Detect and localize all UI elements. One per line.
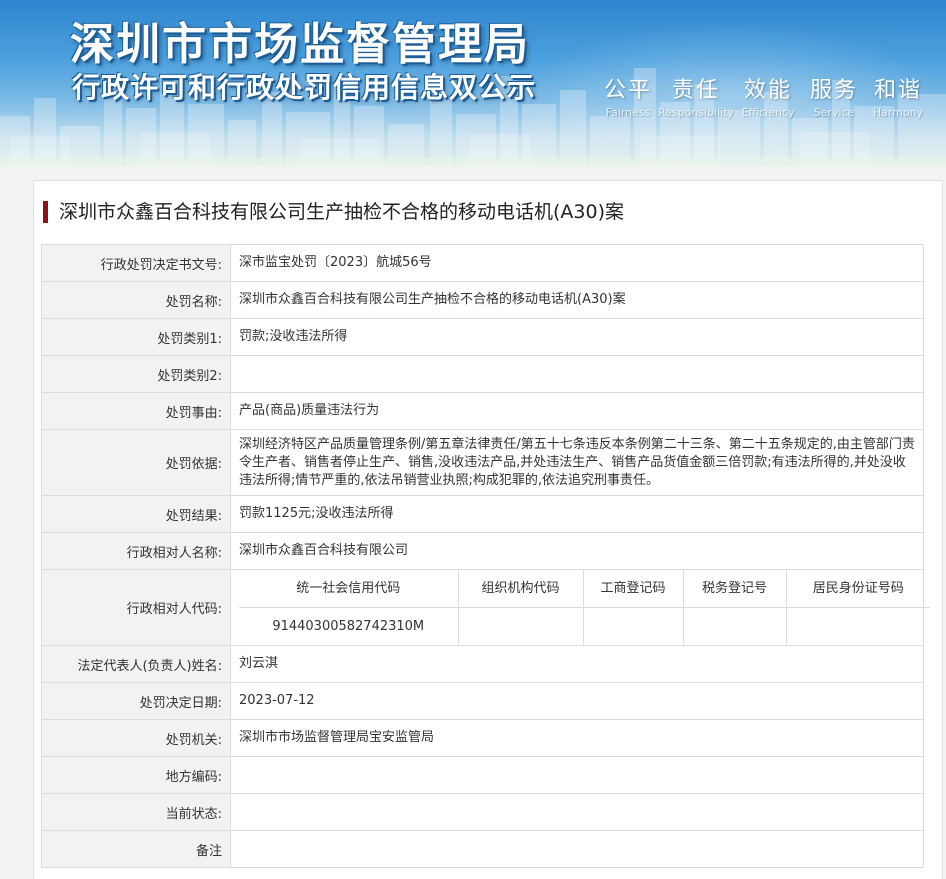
area-code-value <box>230 756 924 794</box>
agency-title: 深圳市市场监督管理局 <box>70 19 530 70</box>
case-title: 深圳市众鑫百合科技有限公司生产抽检不合格的移动电话机(A30)案 <box>43 199 624 225</box>
party-code-subtable: 统一社会信用代码 组织机构代码 工商登记码 税务登记号 居民身份证号码 9144… <box>239 570 930 645</box>
table-row: 备注 <box>41 830 924 868</box>
field-label: 行政相对人代码: <box>41 569 231 646</box>
table-row: 处罚类别1: 罚款;没收违法所得 <box>41 318 924 356</box>
field-label: 处罚类别1: <box>41 318 231 356</box>
column-header: 统一社会信用代码 <box>239 570 459 608</box>
penalty-name-value: 深圳市众鑫百合科技有限公司生产抽检不合格的移动电话机(A30)案 <box>230 281 924 319</box>
table-row: 处罚依据: 深圳经济特区产品质量管理条例/第五章法律责任/第五十七条违反本条例第… <box>41 429 924 496</box>
table-row: 处罚事由: 产品(商品)质量违法行为 <box>41 392 924 430</box>
header-banner: 深圳市市场监督管理局 行政许可和行政处罚信用信息双公示 公平 Fairness … <box>0 0 946 166</box>
field-label: 当前状态: <box>41 793 231 831</box>
remark-value <box>230 830 924 868</box>
table-row: 行政处罚决定书文号: 深市监宝处罚〔2023〕航城56号 <box>41 244 924 282</box>
basis-value: 深圳经济特区产品质量管理条例/第五章法律责任/第五十七条违反本条例第二十三条、第… <box>230 429 924 496</box>
table-row: 处罚机关: 深圳市市场监督管理局宝安监管局 <box>41 719 924 757</box>
field-label: 处罚类别2: <box>41 355 231 393</box>
decision-date-value: 2023-07-12 <box>230 682 924 720</box>
table-row: 处罚名称: 深圳市众鑫百合科技有限公司生产抽检不合格的移动电话机(A30)案 <box>41 281 924 319</box>
reason-value: 产品(商品)质量违法行为 <box>230 392 924 430</box>
table-row: 行政相对人名称: 深圳市众鑫百合科技有限公司 <box>41 532 924 570</box>
column-header: 税务登记号 <box>682 570 787 608</box>
field-label: 处罚机关: <box>41 719 231 757</box>
business-reg-value <box>582 607 684 645</box>
field-label: 备注 <box>41 830 231 868</box>
field-label: 地方编码: <box>41 756 231 794</box>
column-header: 居民身份证号码 <box>785 570 930 608</box>
table-row: 行政相对人代码: 统一社会信用代码 组织机构代码 工商登记码 税务登记号 居民身… <box>41 569 930 646</box>
field-label: 处罚名称: <box>41 281 231 319</box>
field-label: 处罚依据: <box>41 429 231 496</box>
slogan-en: Harmony <box>872 106 924 119</box>
content-panel: 深圳市众鑫百合科技有限公司生产抽检不合格的移动电话机(A30)案 行政处罚决定书… <box>33 180 943 879</box>
category2-value <box>230 355 924 393</box>
table-row: 处罚决定日期: 2023-07-12 <box>41 682 924 720</box>
table-row: 当前状态: <box>41 793 924 831</box>
table-row: 地方编码: <box>41 756 924 794</box>
authority-value: 深圳市市场监督管理局宝安监管局 <box>230 719 924 757</box>
subtable-value-row: 91440300582742310M <box>239 607 930 645</box>
table-row: 法定代表人(负责人)姓名: 刘云淇 <box>41 645 924 683</box>
field-label: 行政相对人名称: <box>41 532 231 570</box>
penalty-info-table: 行政处罚决定书文号: 深市监宝处罚〔2023〕航城56号 处罚名称: 深圳市众鑫… <box>41 244 930 868</box>
field-label: 处罚决定日期: <box>41 682 231 720</box>
case-title-text: 深圳市众鑫百合科技有限公司生产抽检不合格的移动电话机(A30)案 <box>59 201 625 223</box>
slogan-cn: 和谐 <box>873 78 922 103</box>
field-label: 处罚结果: <box>41 495 231 533</box>
subtable-header-row: 统一社会信用代码 组织机构代码 工商登记码 税务登记号 居民身份证号码 <box>239 570 930 608</box>
tax-reg-value <box>682 607 787 645</box>
column-header: 工商登记码 <box>582 570 684 608</box>
field-label: 行政处罚决定书文号: <box>41 244 231 282</box>
title-accent-bar <box>43 201 48 223</box>
slogan-harmony: 和谐 Harmony <box>848 72 946 119</box>
party-name-value: 深圳市众鑫百合科技有限公司 <box>230 532 924 570</box>
credit-code-value: 91440300582742310M <box>239 607 459 645</box>
field-label: 法定代表人(负责人)姓名: <box>41 645 231 683</box>
org-code-value <box>457 607 584 645</box>
column-header: 组织机构代码 <box>457 570 584 608</box>
category1-value: 罚款;没收违法所得 <box>230 318 924 356</box>
party-code-cell: 统一社会信用代码 组织机构代码 工商登记码 税务登记号 居民身份证号码 9144… <box>230 569 930 646</box>
legal-rep-value: 刘云淇 <box>230 645 924 683</box>
id-number-value <box>785 607 930 645</box>
agency-subtitle: 行政许可和行政处罚信用信息双公示 <box>72 71 537 104</box>
field-label: 处罚事由: <box>41 392 231 430</box>
result-value: 罚款1125元;没收违法所得 <box>230 495 924 533</box>
status-value <box>230 793 924 831</box>
doc-number-value: 深市监宝处罚〔2023〕航城56号 <box>230 244 924 282</box>
table-row: 处罚结果: 罚款1125元;没收违法所得 <box>41 495 924 533</box>
table-row: 处罚类别2: <box>41 355 924 393</box>
